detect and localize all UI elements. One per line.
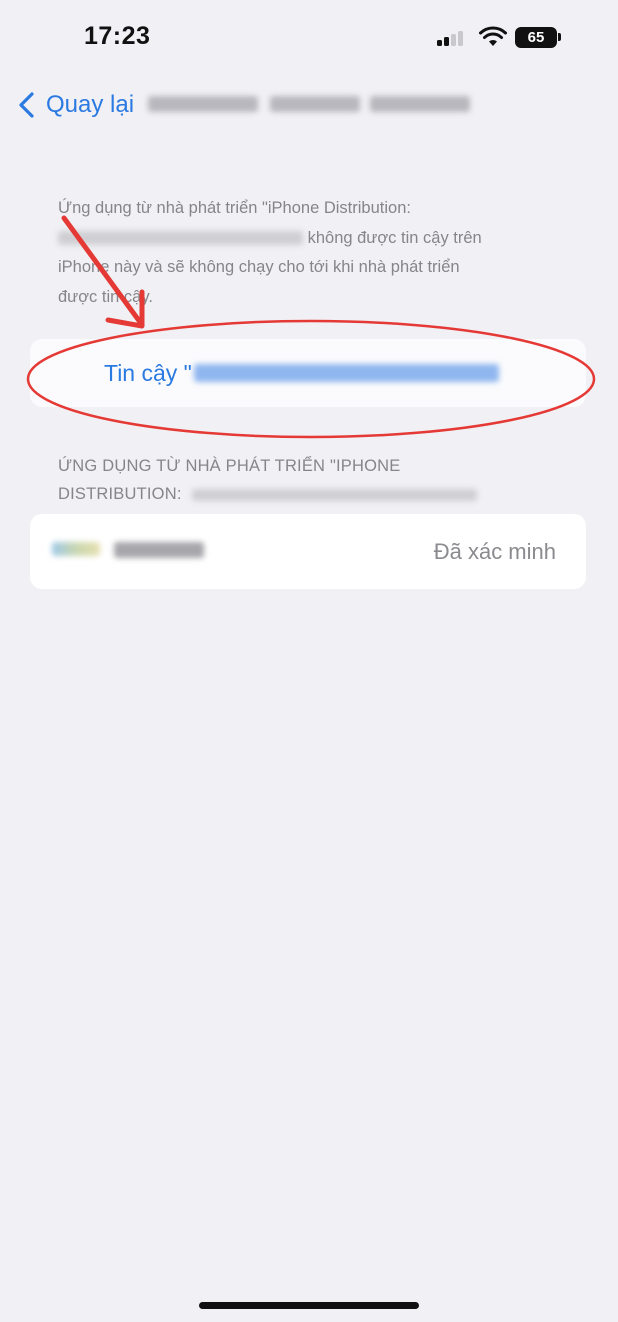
status-bar: 17:23 65 [0,0,618,80]
nav-title-redacted [148,92,470,116]
section-header-line-2-text: DISTRIBUTION: [58,485,182,503]
verified-status-label: Đã xác minh [433,538,556,564]
battery-percent: 65 [527,29,545,46]
trust-developer-cell: Tin cậy " [30,339,586,407]
app-list-item[interactable]: Đã xác minh [30,514,586,589]
section-header-line-2: DISTRIBUTION: [58,480,548,508]
app-icon-redacted [52,542,100,556]
info-line-4: được tin cậy. [58,287,153,306]
trust-developer-button[interactable]: Tin cậy " [104,339,499,407]
trust-developer-name-redacted [193,364,499,382]
signal-icon [437,30,469,46]
info-line-2-text: không được tin cậy trên [307,228,482,247]
trust-label: Tin cậy " [104,359,192,386]
home-indicator[interactable] [199,1302,419,1309]
status-time: 17:23 [84,22,151,50]
developer-name-redacted [58,231,303,246]
info-line-3: iPhone này và sẽ không chạy cho tới khi … [58,258,460,276]
untrusted-developer-info: Ứng dụng từ nhà phát triển "iPhone Distr… [58,194,548,312]
info-line-1: Ứng dụng từ nhà phát triển "iPhone Distr… [58,199,411,217]
battery-icon: 65 [515,27,557,48]
back-label: Quay lại [46,91,135,118]
wifi-icon [479,26,507,46]
info-line-2: không được tin cậy trên [58,224,548,254]
section-header-developer-apps: ỨNG DỤNG TỪ NHÀ PHÁT TRIỂN "IPHONE DISTR… [58,452,548,508]
app-name-redacted [114,542,204,558]
chevron-left-icon [19,92,34,118]
section-header-line-1: ỨNG DỤNG TỪ NHÀ PHÁT TRIỂN "IPHONE [58,457,401,475]
section-developer-redacted [192,488,478,501]
navigation-bar: Quay lại [0,80,618,130]
back-button[interactable]: Quay lại [16,90,134,120]
battery-cap [558,33,561,41]
